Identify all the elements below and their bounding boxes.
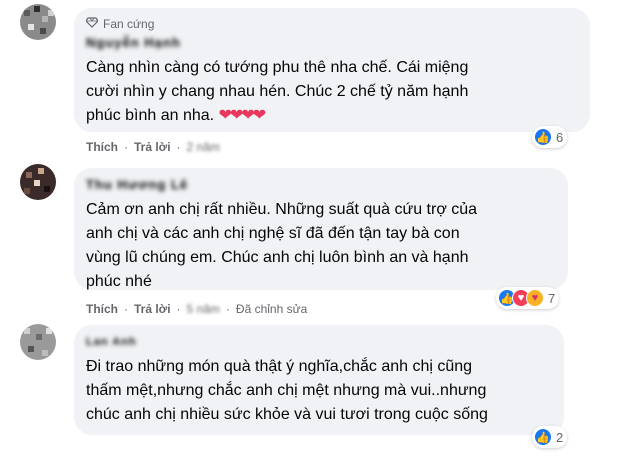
reaction-summary[interactable]: 👍 2: [532, 426, 568, 448]
reaction-count: 7: [548, 290, 556, 306]
text-line: chúc anh chị nhiều sức khỏe và vui tươi …: [86, 406, 488, 423]
like-action[interactable]: Thích: [86, 140, 118, 154]
comment-text: Đi trao những món quà thật ý nghĩa,chắc …: [86, 355, 552, 427]
like-action[interactable]: Thích: [86, 302, 118, 316]
reply-action[interactable]: Trả lời: [134, 140, 171, 154]
comment-bubble: Lan Anh Đi trao những món quà thật ý ngh…: [74, 325, 564, 435]
comment-actions: Thích · Trả lời · 5 năm · Đã chỉnh sửa: [86, 302, 308, 316]
text-line: Đi trao những món quà thật ý nghĩa,chắc …: [86, 358, 473, 375]
comment-text: Cảm ơn anh chị rất nhiều. Những suất quà…: [86, 198, 556, 294]
text-line: cười nhìn y chang nhau hén. Chúc 2 chế t…: [86, 83, 469, 100]
comment-bubble: Thu Hương Lê Cảm ơn anh chị rất nhiều. N…: [74, 168, 568, 290]
text-line: thấm mệt,nhưng chắc anh chị mệt nhưng mà…: [86, 382, 487, 399]
timestamp[interactable]: 2 năm: [187, 140, 220, 154]
comment-actions: Thích · Trả lời · 2 năm: [86, 140, 220, 154]
badge-label: Fan cứng: [103, 17, 155, 31]
comment-bubble: Fan cứng Nguyễn Hạnh Càng nhìn càng có t…: [74, 8, 590, 132]
reaction-count: 2: [556, 429, 564, 445]
text-line: Càng nhìn càng có tướng phu thê nha chế.…: [86, 59, 469, 76]
diamond-icon: [85, 17, 99, 31]
text-line: anh chị và các anh chị nghệ sĩ đã đến tậ…: [86, 225, 460, 242]
like-icon: 👍: [534, 428, 552, 446]
text-line: phúc bình an nha. ❤❤❤❤: [86, 107, 267, 124]
care-icon: ♥: [526, 289, 544, 307]
avatar[interactable]: [20, 4, 56, 40]
text-line: Cảm ơn anh chị rất nhiều. Những suất quà…: [86, 201, 478, 218]
text-line: vùng lũ chúng em. Chúc anh chị luôn bình…: [86, 249, 469, 266]
hearts-emoji: ❤❤❤❤: [218, 107, 267, 124]
reaction-summary[interactable]: 👍 ♥ ♥ 7: [496, 287, 560, 309]
edited-label: Đã chỉnh sửa: [235, 302, 308, 316]
text-line: phúc nhé: [86, 273, 152, 290]
reply-action[interactable]: Trả lời: [134, 302, 171, 316]
author-name[interactable]: Lan Anh: [86, 333, 552, 351]
author-name[interactable]: Thu Hương Lê: [86, 176, 556, 194]
reaction-count: 6: [556, 129, 564, 145]
author-name[interactable]: Nguyễn Hạnh: [86, 34, 578, 52]
like-icon: 👍: [534, 128, 552, 146]
reaction-summary[interactable]: 👍 6: [532, 126, 568, 148]
timestamp[interactable]: 5 năm: [187, 302, 220, 316]
avatar[interactable]: [20, 164, 56, 200]
avatar[interactable]: [20, 324, 56, 360]
fan-badge: Fan cứng: [85, 16, 578, 32]
comment-text: Càng nhìn càng có tướng phu thê nha chế.…: [86, 56, 578, 128]
